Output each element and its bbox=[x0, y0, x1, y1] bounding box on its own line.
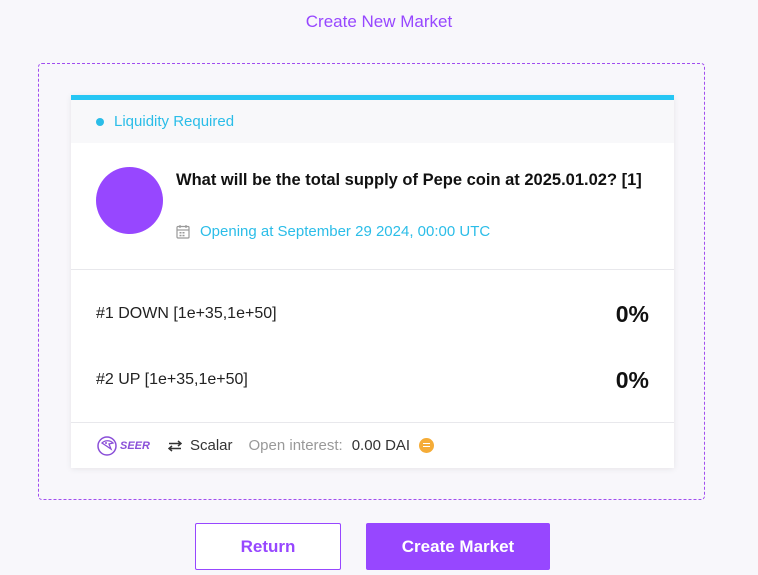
opening-text: Opening at September 29 2024, 00:00 UTC bbox=[200, 223, 491, 240]
outcome-row[interactable]: #1 DOWN [1e+35,1e+50] 0% bbox=[71, 281, 674, 347]
outcome-percent: 0% bbox=[615, 300, 649, 327]
opening-date: Opening at September 29 2024, 00:00 UTC bbox=[176, 223, 490, 240]
calendar-icon bbox=[176, 224, 190, 239]
outcome-row[interactable]: #2 UP [1e+35,1e+50] 0% bbox=[71, 347, 674, 413]
open-interest-label: Open interest: bbox=[248, 437, 343, 454]
create-market-button[interactable]: Create Market bbox=[366, 523, 550, 570]
open-interest-value: 0.00 DAI bbox=[351, 437, 411, 454]
market-avatar bbox=[96, 167, 163, 234]
page-title: Create New Market bbox=[305, 12, 453, 31]
outcomes-list: #1 DOWN [1e+35,1e+50] 0% #2 UP [1e+35,1e… bbox=[71, 270, 674, 423]
outcome-label: #2 UP [1e+35,1e+50] bbox=[96, 371, 248, 388]
market-question: What will be the total supply of Pepe co… bbox=[176, 171, 642, 189]
market-type: Scalar bbox=[189, 437, 233, 454]
outcome-percent: 0% bbox=[615, 366, 649, 393]
seer-bird-icon bbox=[97, 435, 117, 456]
card-footer: SEER Scalar Open interest: 0.00 DAI bbox=[71, 423, 674, 468]
status-dot-icon bbox=[96, 117, 104, 126]
market-header: What will be the total supply of Pepe co… bbox=[71, 143, 674, 270]
market-preview-card: Liquidity Required What will be the tota… bbox=[71, 95, 674, 468]
status-label: Liquidity Required bbox=[114, 113, 235, 130]
return-button[interactable]: Return bbox=[195, 523, 341, 570]
scalar-arrows-icon bbox=[167, 439, 182, 452]
seer-logo: SEER bbox=[96, 434, 150, 458]
outcome-label: #1 DOWN [1e+35,1e+50] bbox=[96, 305, 277, 322]
seer-logo-text: SEER bbox=[120, 439, 150, 452]
dai-coin-icon bbox=[419, 438, 435, 453]
status-bar: Liquidity Required bbox=[71, 100, 674, 143]
